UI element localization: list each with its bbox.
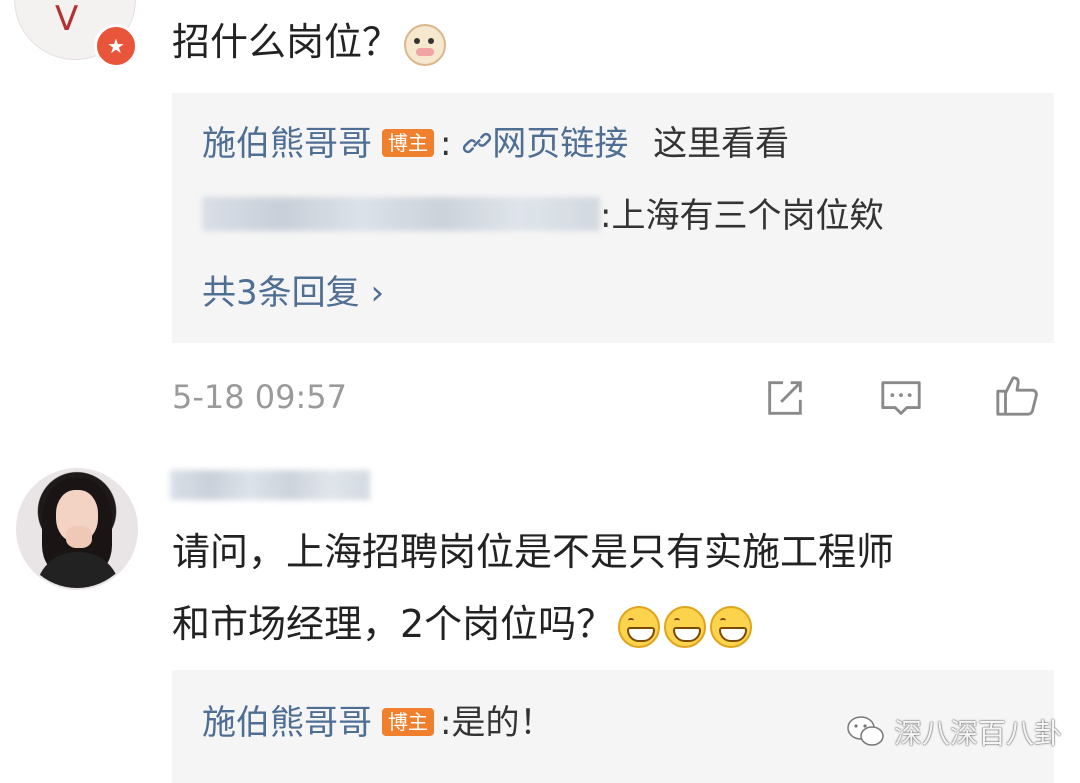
more-replies-link[interactable]: 共3条回复 › [202,265,384,314]
reply-username[interactable]: 施伯熊哥哥 [202,124,372,164]
comment-text: 招什么岗位？ [172,16,447,68]
reply-username[interactable]: 施伯熊哥哥 [202,703,372,743]
grin-emoji-icon [618,605,661,648]
wechat-icon [847,716,884,746]
comment-icon[interactable] [878,375,924,421]
reply-box: 施伯熊哥哥 博主: 网页链接 这里看看 :上海有三个岗位欸 共3条回复 › [172,93,1054,343]
grin-emoji-icon [664,605,707,648]
cow-face-emoji-icon [404,23,447,66]
reply-item: 施伯熊哥哥 博主: 网页链接 这里看看 [202,124,790,164]
blurred-username[interactable] [202,196,600,231]
web-link[interactable]: 网页链接 [462,124,628,164]
like-icon[interactable] [994,372,1040,418]
commenter-avatar[interactable] [16,468,138,590]
comment-text: 请问，上海招聘岗位是不是只有实施工程师 和市场经理，2个岗位吗？ [172,530,895,648]
link-icon [463,132,492,154]
avatar-mark-icon: V [55,0,79,39]
blurred-username[interactable] [170,470,370,500]
blogger-badge: 博主 [382,707,434,736]
blogger-badge: 博主 [382,128,434,157]
reply-item: 施伯熊哥哥 博主:是的！ [202,703,554,743]
comment-timestamp: 5-18 09:57 [172,378,348,416]
watermark: 深八深百八卦 [846,712,1062,752]
reply-item: :上海有三个岗位欸 [202,193,883,239]
verified-badge-icon: ★ [94,24,138,68]
repost-icon[interactable] [762,375,808,421]
grin-emoji-icon [710,605,753,648]
